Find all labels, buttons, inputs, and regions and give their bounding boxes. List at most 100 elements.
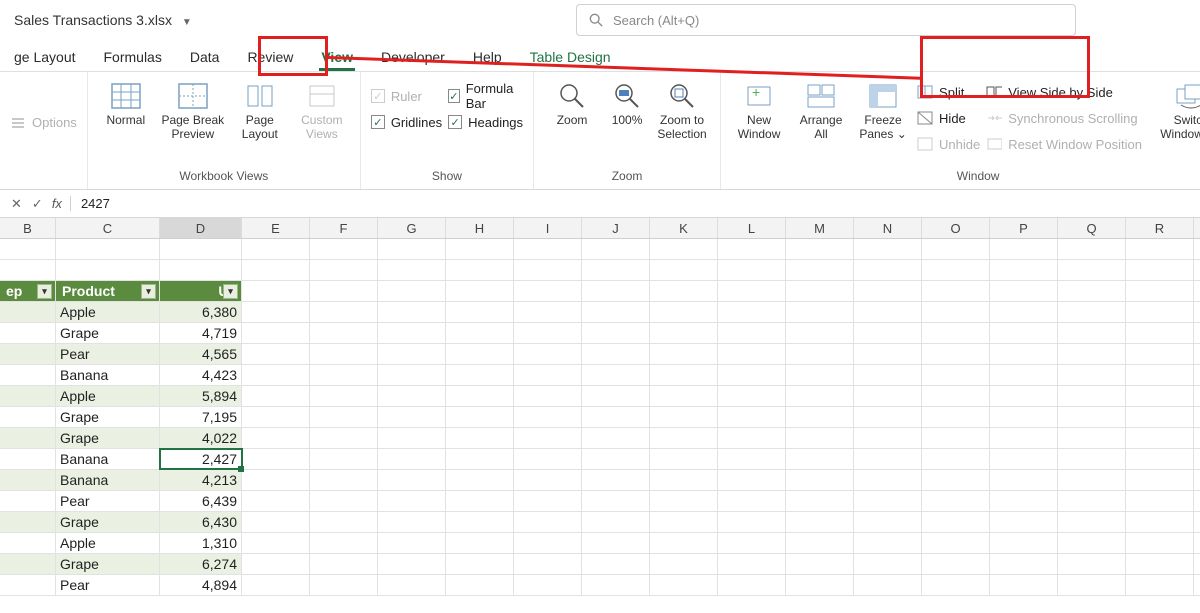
zoom-100-label: 100% (612, 114, 643, 128)
view-side-by-side-button[interactable]: View Side by Side (986, 80, 1151, 104)
tab-formulas[interactable]: Formulas (90, 43, 176, 71)
spreadsheet-grid[interactable]: ep▾Product▾Un▾Apple6,380Grape4,719Pear4,… (0, 239, 1200, 596)
column-header-D[interactable]: D (160, 218, 242, 238)
column-header-B[interactable]: B (0, 218, 56, 238)
table-cell-units[interactable]: 4,022 (160, 428, 242, 448)
split-button[interactable]: Split (917, 80, 980, 104)
new-window-button[interactable]: + New Window (731, 78, 787, 142)
reset-window-position-button: Reset Window Position (986, 132, 1151, 156)
headings-label: Headings (468, 115, 523, 130)
zoom-to-selection-button[interactable]: Zoom to Selection (654, 78, 710, 142)
zoom-100-button[interactable]: 100% (606, 78, 648, 128)
table-cell-units[interactable]: 4,894 (160, 575, 242, 595)
table-cell-units[interactable]: 4,213 (160, 470, 242, 490)
filename[interactable]: Sales Transactions 3.xlsx ▼ (14, 12, 192, 28)
formula-bar-checkbox[interactable]: ✓Formula Bar (448, 84, 523, 108)
zoom-to-selection-icon (666, 80, 698, 112)
table-header-units[interactable]: Un▾ (160, 281, 242, 301)
formula-value[interactable]: 2427 (81, 196, 110, 211)
formula-enter-button[interactable]: ✓ (27, 196, 48, 212)
table-cell-units[interactable]: 6,274 (160, 554, 242, 574)
column-header-M[interactable]: M (786, 218, 854, 238)
table-cell-product[interactable]: Grape (56, 512, 160, 532)
table-cell-product[interactable]: Banana (56, 470, 160, 490)
search-input[interactable]: Search (Alt+Q) (576, 4, 1076, 36)
hide-button[interactable]: Hide (917, 106, 980, 130)
table-cell-product[interactable]: Grape (56, 323, 160, 343)
normal-view-button[interactable]: Normal (98, 78, 154, 128)
window-group-label: Window (731, 167, 1200, 187)
unhide-icon (917, 136, 933, 152)
column-header-C[interactable]: C (56, 218, 160, 238)
tab-view[interactable]: View (307, 43, 367, 71)
table-cell-units[interactable]: 4,423 (160, 365, 242, 385)
column-header-L[interactable]: L (718, 218, 786, 238)
arrange-all-icon (805, 80, 837, 112)
sheet-options-button: Options (10, 111, 77, 135)
table-cell-units[interactable]: 2,427 (160, 449, 242, 469)
table-cell-units[interactable]: 5,894 (160, 386, 242, 406)
table-cell-product[interactable]: Pear (56, 491, 160, 511)
tab-page-layout[interactable]: ge Layout (0, 43, 90, 71)
zoom-100-icon (611, 80, 643, 112)
custom-views-button: Custom Views (294, 78, 350, 142)
custom-views-label: Custom Views (294, 114, 350, 142)
view-side-by-side-icon (986, 84, 1002, 100)
column-header-R[interactable]: R (1126, 218, 1194, 238)
headings-checkbox[interactable]: ✓Headings (448, 110, 523, 134)
table-cell-product[interactable]: Banana (56, 449, 160, 469)
filter-dropdown-icon[interactable]: ▾ (37, 284, 52, 299)
column-header-H[interactable]: H (446, 218, 514, 238)
tab-help[interactable]: Help (459, 43, 516, 71)
table-cell-units[interactable]: 6,380 (160, 302, 242, 322)
switch-windows-button[interactable]: Switch Windows ⌄ (1157, 78, 1200, 142)
table-cell-product[interactable]: Grape (56, 428, 160, 448)
table-cell-product[interactable]: Banana (56, 365, 160, 385)
column-header-K[interactable]: K (650, 218, 718, 238)
table-cell-units[interactable]: 7,195 (160, 407, 242, 427)
filter-dropdown-icon[interactable]: ▾ (141, 284, 156, 299)
tab-table-design[interactable]: Table Design (516, 43, 625, 71)
arrange-all-button[interactable]: Arrange All (793, 78, 849, 142)
table-cell-units[interactable]: 6,439 (160, 491, 242, 511)
fx-label[interactable]: fx (48, 196, 71, 211)
table-cell-units[interactable]: 1,310 (160, 533, 242, 553)
column-header-Q[interactable]: Q (1058, 218, 1126, 238)
column-header-N[interactable]: N (854, 218, 922, 238)
zoom-button[interactable]: Zoom (544, 78, 600, 128)
column-header-O[interactable]: O (922, 218, 990, 238)
tab-developer[interactable]: Developer (367, 43, 459, 71)
page-break-preview-button[interactable]: Page Break Preview (160, 78, 226, 142)
table-cell-product[interactable]: Apple (56, 386, 160, 406)
column-header-F[interactable]: F (310, 218, 378, 238)
tab-review[interactable]: Review (233, 43, 307, 71)
freeze-panes-button[interactable]: Freeze Panes ⌄ (855, 78, 911, 142)
column-headers[interactable]: BCDEFGHIJKLMNOPQR (0, 218, 1200, 239)
table-header-rep[interactable]: ep▾ (0, 281, 56, 301)
column-header-I[interactable]: I (514, 218, 582, 238)
table-cell-product[interactable]: Apple (56, 302, 160, 322)
column-header-P[interactable]: P (990, 218, 1058, 238)
custom-views-icon (306, 80, 338, 112)
table-cell-units[interactable]: 6,430 (160, 512, 242, 532)
column-header-E[interactable]: E (242, 218, 310, 238)
tab-data[interactable]: Data (176, 43, 234, 71)
filter-dropdown-icon[interactable]: ▾ (223, 284, 238, 299)
table-cell-product[interactable]: Grape (56, 554, 160, 574)
formula-cancel-button[interactable]: ✕ (6, 196, 27, 212)
unhide-button: Unhide (917, 132, 980, 156)
table-cell-units[interactable]: 4,565 (160, 344, 242, 364)
table-cell-units[interactable]: 4,719 (160, 323, 242, 343)
column-header-J[interactable]: J (582, 218, 650, 238)
normal-view-icon (110, 80, 142, 112)
table-cell-product[interactable]: Grape (56, 407, 160, 427)
gridlines-checkbox[interactable]: ✓Gridlines (371, 110, 442, 134)
normal-view-label: Normal (106, 114, 145, 128)
table-cell-product[interactable]: Pear (56, 344, 160, 364)
page-layout-button[interactable]: Page Layout (232, 78, 288, 142)
page-layout-label: Page Layout (232, 114, 288, 142)
column-header-G[interactable]: G (378, 218, 446, 238)
table-cell-product[interactable]: Apple (56, 533, 160, 553)
table-cell-product[interactable]: Pear (56, 575, 160, 595)
table-header-product[interactable]: Product▾ (56, 281, 160, 301)
